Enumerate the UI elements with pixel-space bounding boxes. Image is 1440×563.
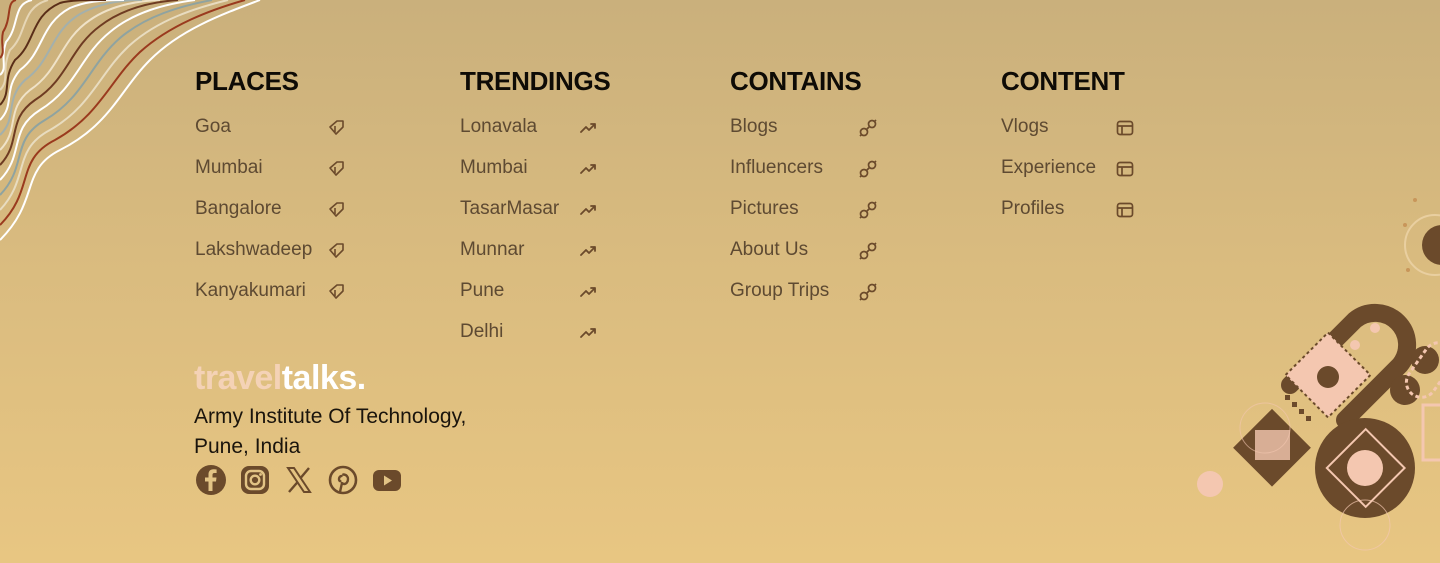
- trending-up-icon: [578, 200, 598, 220]
- trendings-link-label: Munnar: [460, 239, 525, 260]
- content-link-label: Profiles: [1001, 198, 1065, 219]
- tag-icon: [327, 200, 347, 220]
- tag-icon: [327, 118, 347, 138]
- places-link-label: Kanyakumari: [195, 280, 306, 301]
- contains-link-label: Influencers: [730, 157, 823, 178]
- contains-link-blogs[interactable]: Blogs: [730, 112, 877, 153]
- content-link-vlogs[interactable]: Vlogs: [1001, 112, 1134, 153]
- link-icon: [858, 282, 878, 302]
- trendings-link-munnar[interactable]: Munnar: [460, 235, 610, 276]
- places-link-label: Bangalore: [195, 198, 282, 219]
- layout-icon: [1115, 200, 1135, 220]
- link-icon: [858, 200, 878, 220]
- link-icon: [858, 118, 878, 138]
- decorative-shapes: [1197, 198, 1440, 551]
- places-link-label: Lakshwadeep: [195, 239, 313, 260]
- social-links: [195, 464, 415, 496]
- layout-icon: [1115, 159, 1135, 179]
- trendings-heading: TRENDINGS: [460, 66, 611, 96]
- content-link-profiles[interactable]: Profiles: [1001, 194, 1134, 235]
- trending-up-icon: [578, 323, 598, 343]
- content-link-label: Experience: [1001, 157, 1097, 178]
- link-icon: [858, 159, 878, 179]
- contains-link-label: Pictures: [730, 198, 799, 219]
- trendings-list: Lonavala Mumbai TasarMasar Munnar Pune D…: [460, 112, 610, 358]
- contains-link-label: Group Trips: [730, 280, 830, 301]
- places-link-goa[interactable]: Goa: [195, 112, 344, 153]
- tag-icon: [327, 159, 347, 179]
- trendings-link-pune[interactable]: Pune: [460, 276, 610, 317]
- places-heading: PLACES: [195, 66, 299, 96]
- trending-up-icon: [578, 282, 598, 302]
- content-link-label: Vlogs: [1001, 116, 1049, 137]
- places-link-label: Goa: [195, 116, 231, 137]
- tag-icon: [327, 282, 347, 302]
- trendings-link-label: Mumbai: [460, 157, 528, 178]
- trendings-link-label: Lonavala: [460, 116, 538, 137]
- places-link-bangalore[interactable]: Bangalore: [195, 194, 344, 235]
- pinterest-icon[interactable]: [327, 464, 359, 496]
- trendings-link-label: Delhi: [460, 321, 504, 342]
- trending-up-icon: [578, 241, 598, 261]
- places-link-label: Mumbai: [195, 157, 263, 178]
- address-line2: Pune, India: [194, 435, 301, 458]
- youtube-icon[interactable]: [371, 464, 403, 496]
- tag-icon: [327, 241, 347, 261]
- contains-link-label: About Us: [730, 239, 809, 260]
- content-heading: CONTENT: [1001, 66, 1125, 96]
- places-column: PLACES Goa Mumbai Bangalore Lakshwadeep …: [195, 64, 344, 317]
- address-line1: Army Institute Of Technology,: [194, 405, 467, 428]
- trending-up-icon: [578, 159, 598, 179]
- places-link-lakshwadeep[interactable]: Lakshwadeep: [195, 235, 344, 276]
- facebook-icon[interactable]: [195, 464, 227, 496]
- content-column: CONTENT Vlogs Experience Profiles: [1001, 64, 1134, 235]
- contains-link-label: Blogs: [730, 116, 778, 137]
- trendings-link-tasarmasar[interactable]: TasarMasar: [460, 194, 610, 235]
- contains-link-group-trips[interactable]: Group Trips: [730, 276, 877, 317]
- contains-link-pictures[interactable]: Pictures: [730, 194, 877, 235]
- address: Army Institute Of Technology, Pune, Indi…: [194, 402, 534, 462]
- contains-heading: CONTAINS: [730, 66, 862, 96]
- contains-list: Blogs Influencers Pictures About Us Grou…: [730, 112, 877, 317]
- contains-link-influencers[interactable]: Influencers: [730, 153, 877, 194]
- brand-logo-part2: talks.: [281, 359, 366, 397]
- content-link-experience[interactable]: Experience: [1001, 153, 1134, 194]
- places-list: Goa Mumbai Bangalore Lakshwadeep Kanyaku…: [195, 112, 344, 317]
- places-link-mumbai[interactable]: Mumbai: [195, 153, 344, 194]
- places-link-kanyakumari[interactable]: Kanyakumari: [195, 276, 344, 317]
- x-icon[interactable]: [283, 464, 315, 496]
- trendings-link-label: TasarMasar: [460, 198, 560, 219]
- brand-logo[interactable]: traveltalks.: [194, 358, 366, 398]
- contains-column: CONTAINS Blogs Influencers Pictures Abou…: [730, 64, 877, 317]
- trendings-link-mumbai[interactable]: Mumbai: [460, 153, 610, 194]
- contains-link-about-us[interactable]: About Us: [730, 235, 877, 276]
- trendings-link-lonavala[interactable]: Lonavala: [460, 112, 610, 153]
- trendings-column: TRENDINGS Lonavala Mumbai TasarMasar Mun…: [460, 64, 611, 358]
- link-icon: [858, 241, 878, 261]
- brand-logo-part1: travel: [194, 359, 282, 397]
- layout-icon: [1115, 118, 1135, 138]
- trendings-link-delhi[interactable]: Delhi: [460, 317, 610, 358]
- content-list: Vlogs Experience Profiles: [1001, 112, 1134, 235]
- instagram-icon[interactable]: [239, 464, 271, 496]
- trendings-link-label: Pune: [460, 280, 505, 301]
- trending-up-icon: [578, 118, 598, 138]
